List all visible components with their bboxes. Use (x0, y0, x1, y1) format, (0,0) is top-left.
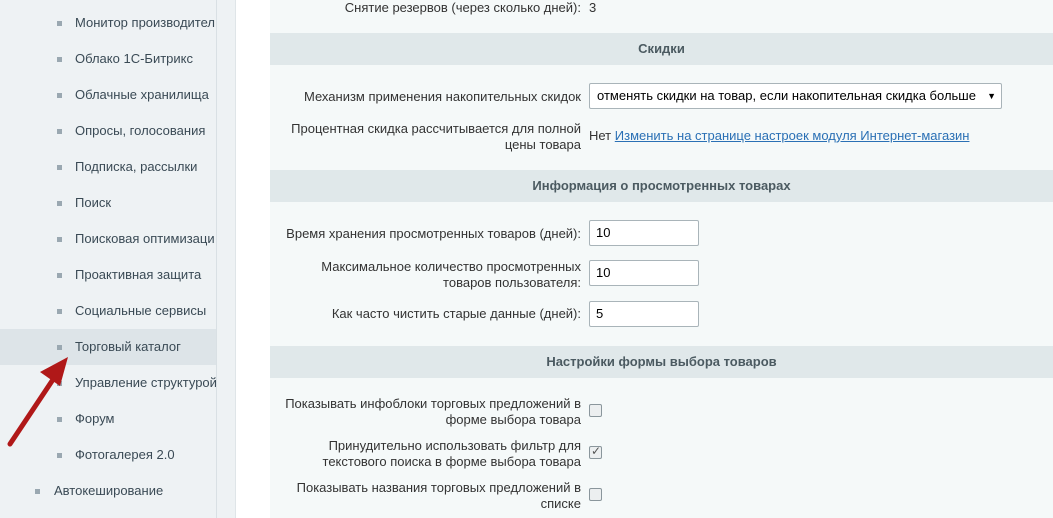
reserve-removal-value: 3 (589, 0, 597, 15)
label-line: товаров пользователя: (443, 275, 581, 290)
viewed-clean-input[interactable]: 5 (589, 301, 699, 327)
label-line: цены товара (504, 137, 581, 152)
label-line: Принудительно использовать фильтр для (328, 438, 581, 453)
checkmark-icon: ✓ (591, 444, 602, 458)
annotation-arrow-icon (7, 357, 68, 447)
label-line: форме выбора товара (445, 412, 581, 427)
viewed-max-label: Максимальное количество просмотренных то… (281, 259, 581, 291)
sidebar-resize-handle[interactable] (217, 0, 236, 518)
offer-names-label: Показывать названия торговых предложений… (281, 480, 581, 512)
viewed-clean-label: Как часто чистить старые данные (дней): (331, 306, 581, 321)
force-filter-checkbox[interactable]: ✓ (589, 444, 602, 459)
discount-mechanism-select[interactable]: отменять скидки на товар, если накопител… (589, 83, 1002, 109)
sidebar-item-label: Автокеширование (54, 483, 164, 498)
select-value: отменять скидки на товар, если накопител… (597, 88, 976, 103)
label-line: списке (540, 496, 581, 511)
offer-names-checkbox[interactable] (589, 488, 602, 501)
iblocks-offers-label: Показывать инфоблоки торговых предложени… (281, 396, 581, 428)
label-line: Показывать инфоблоки торговых предложени… (285, 396, 581, 411)
settings-panel: Снятие резервов (через сколько дней): 3 … (270, 0, 1053, 518)
label-line: Максимальное количество просмотренных (321, 259, 581, 274)
viewed-max-input[interactable]: 10 (589, 260, 699, 286)
section-product-form-header: Настройки формы выбора товаров (270, 346, 1053, 378)
viewed-storage-label: Время хранения просмотренных товаров (дн… (286, 226, 581, 241)
section-discounts-header: Скидки (270, 33, 1053, 65)
shop-settings-link[interactable]: Изменить на странице настроек модуля Инт… (615, 128, 970, 143)
sidebar-item-autocaching[interactable]: Автокеширование (0, 473, 216, 509)
bullet-icon (35, 489, 40, 494)
viewed-storage-input[interactable]: 10 (589, 220, 699, 246)
percent-discount-value: Нет Изменить на странице настроек модуля… (589, 128, 969, 144)
section-viewed-header: Информация о просмотренных товарах (270, 170, 1053, 202)
reserve-removal-label: Снятие резервов (через сколько дней): (344, 0, 581, 15)
discount-mechanism-label: Механизм применения накопительных скидок (304, 89, 581, 104)
label-line: Показывать названия торговых предложений… (296, 480, 581, 495)
iblocks-offers-checkbox[interactable] (589, 404, 602, 417)
percent-discount-label: Процентная скидка рассчитывается для пол… (281, 121, 581, 153)
dropdown-arrow-icon: ▼ (987, 91, 996, 101)
label-line: Процентная скидка рассчитывается для пол… (291, 121, 581, 136)
force-filter-label: Принудительно использовать фильтр для те… (281, 438, 581, 470)
percent-value-text: Нет (589, 128, 612, 143)
label-line: текстового поиска в форме выбора товара (322, 454, 581, 469)
